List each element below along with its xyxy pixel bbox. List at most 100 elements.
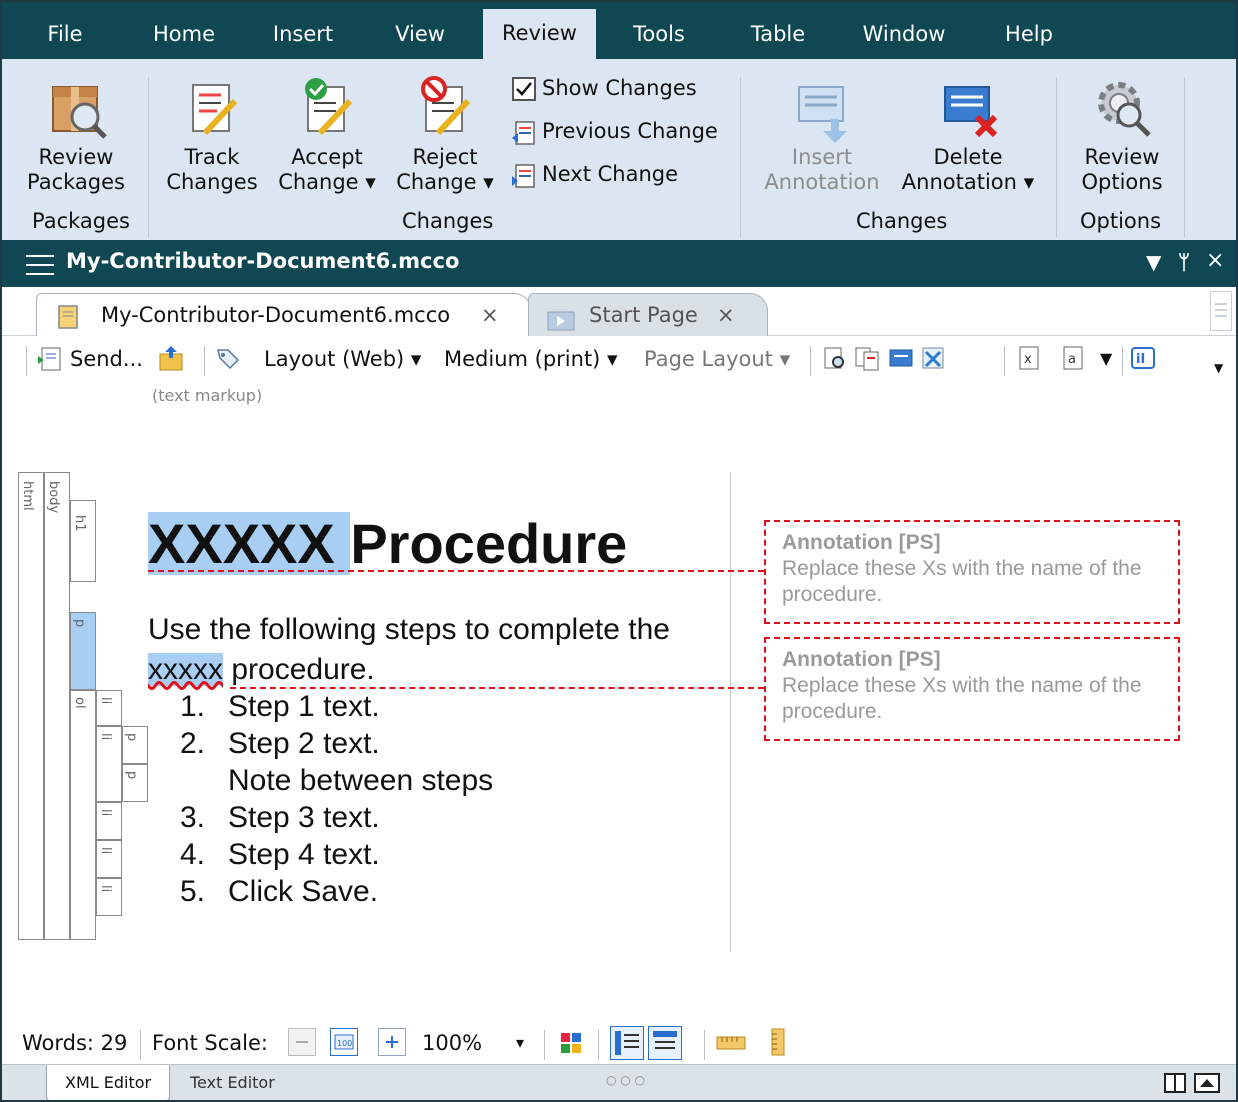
- insert-annotation-label-1: Insert: [791, 145, 853, 169]
- maximize-pane-icon[interactable]: [1194, 1073, 1220, 1093]
- annotation-leader-line: [230, 687, 764, 689]
- delete-annotation-button[interactable]: Delete Annotation ▾: [898, 73, 1038, 195]
- package-magnifier-icon: [41, 73, 111, 145]
- annotation-box[interactable]: Annotation [PS] Replace these Xs with th…: [764, 520, 1180, 624]
- menu-tools[interactable]: Tools: [616, 10, 702, 59]
- zoom-out-button[interactable]: [288, 1028, 316, 1056]
- step-number: 2.: [180, 727, 206, 760]
- pin-icon[interactable]: ᛘ: [1178, 250, 1190, 274]
- menu-view[interactable]: View: [380, 10, 460, 59]
- send-button[interactable]: Send...: [70, 341, 143, 377]
- doc-a-icon[interactable]: a: [1060, 344, 1086, 372]
- zoom-level[interactable]: 100%: [422, 1028, 482, 1058]
- tab-document[interactable]: My-Contributor-Document6.mcco ×: [36, 293, 532, 336]
- block-view-button[interactable]: [648, 1026, 682, 1060]
- group-label-packages: Packages: [32, 209, 130, 233]
- split-view-icon[interactable]: [1164, 1073, 1186, 1093]
- list-item[interactable]: 3. Step 3 text.: [180, 799, 493, 836]
- intro-paragraph[interactable]: Use the following steps to complete the …: [148, 610, 728, 690]
- menu-table[interactable]: Table: [736, 10, 820, 59]
- list-item[interactable]: 5. Click Save.: [180, 873, 493, 910]
- reject-change-icon: [410, 73, 480, 145]
- document-heading[interactable]: XXXXX Procedure: [148, 512, 627, 576]
- previous-change-icon: [510, 118, 538, 146]
- menu-window[interactable]: Window: [848, 10, 960, 59]
- page-layout-dropdown[interactable]: Page Layout ▾: [644, 341, 790, 377]
- tag-p[interactable]: p: [70, 612, 96, 690]
- tab-close-icon[interactable]: ×: [717, 294, 735, 336]
- editor-toolbar: Send... Layout (Web) ▾ Medium (print) ▾ …: [2, 336, 1236, 382]
- editor-area[interactable]: (text markup) html body h1 p ol li li p …: [2, 382, 1236, 1022]
- tag-li[interactable]: li: [96, 726, 122, 802]
- tag-li[interactable]: li: [96, 878, 122, 916]
- info-icon[interactable]: iI: [1130, 344, 1156, 372]
- zoom-reset-button[interactable]: 100: [330, 1028, 358, 1056]
- medium-dropdown[interactable]: Medium (print) ▾: [444, 341, 618, 377]
- menu-insert[interactable]: Insert: [257, 10, 349, 59]
- layout-dropdown[interactable]: Layout (Web) ▾: [264, 341, 421, 377]
- tag-body[interactable]: body: [44, 472, 70, 940]
- list-item[interactable]: 1. Step 1 text.: [180, 688, 493, 725]
- accept-change-button[interactable]: Accept Change ▾: [272, 73, 382, 195]
- delete-annotation-label-1: Delete: [933, 145, 1003, 169]
- chevron-down-icon[interactable]: ▼: [1100, 341, 1112, 377]
- remove-image-icon[interactable]: [920, 344, 946, 372]
- show-changes-checkbox[interactable]: Show Changes: [510, 71, 697, 105]
- tab-start-page[interactable]: Start Page ×: [528, 293, 768, 336]
- tag-ol[interactable]: ol: [70, 690, 96, 940]
- tag-icon[interactable]: [214, 344, 240, 372]
- step-text: Step 1 text.: [228, 690, 380, 723]
- tag-li[interactable]: li: [96, 840, 122, 878]
- close-icon[interactable]: ×: [1206, 248, 1224, 273]
- vertical-ruler-icon[interactable]: [764, 1028, 790, 1056]
- image-icon[interactable]: [888, 344, 914, 372]
- zoom-dropdown-icon[interactable]: ▾: [516, 1028, 524, 1058]
- menu-help[interactable]: Help: [992, 10, 1066, 59]
- overflow-icon[interactable]: ▼: [1214, 350, 1223, 386]
- steps-list[interactable]: 1. Step 1 text. 2. Step 2 text. Note betwe…: [180, 688, 493, 910]
- compare-icon[interactable]: [854, 344, 880, 372]
- tag-h1[interactable]: h1: [70, 500, 96, 582]
- next-change-button[interactable]: Next Change: [510, 157, 678, 191]
- tag-li[interactable]: li: [96, 802, 122, 840]
- folder-up-icon[interactable]: [158, 344, 184, 372]
- menu-home[interactable]: Home: [138, 10, 230, 59]
- status-bar: Words: 29 Font Scale: 100 100% ▾: [2, 1022, 1236, 1064]
- accept-change-label-2: Change ▾: [278, 170, 376, 194]
- review-packages-button[interactable]: Review Packages: [22, 73, 130, 195]
- reject-change-label-1: Reject: [412, 145, 478, 169]
- find-icon[interactable]: [822, 344, 848, 372]
- tag-li[interactable]: li: [96, 690, 122, 726]
- doc-x-icon[interactable]: x: [1016, 344, 1042, 372]
- annotation-box[interactable]: Annotation [PS] Replace these Xs with th…: [764, 637, 1180, 741]
- tab-text-editor[interactable]: Text Editor: [172, 1065, 293, 1100]
- reject-change-button[interactable]: Reject Change ▾: [390, 73, 500, 195]
- tag-p[interactable]: p: [122, 764, 148, 802]
- list-note[interactable]: Note between steps: [180, 762, 493, 799]
- zoom-in-button[interactable]: [378, 1028, 406, 1056]
- tab-list-icon[interactable]: [1210, 291, 1232, 331]
- toolbar-separator: [26, 346, 27, 376]
- tag-p-label: p: [124, 771, 139, 780]
- insert-annotation-button[interactable]: Insert Annotation: [762, 73, 882, 195]
- menu-review[interactable]: Review: [483, 9, 596, 59]
- list-item[interactable]: 2. Step 2 text.: [180, 725, 493, 762]
- tab-close-icon[interactable]: ×: [481, 294, 499, 336]
- tag-p[interactable]: p: [122, 726, 148, 764]
- review-options-button[interactable]: Review Options: [1074, 73, 1170, 195]
- grid-view-icon[interactable]: [558, 1028, 584, 1056]
- step-text: Step 2 text.: [228, 727, 380, 760]
- tab-xml-editor[interactable]: XML Editor: [46, 1065, 171, 1100]
- previous-change-button[interactable]: Previous Change: [510, 114, 718, 148]
- resize-grip-icon[interactable]: ○ ○ ○: [606, 1073, 645, 1087]
- ribbon: Review Packages Packages Track Changes A…: [2, 59, 1236, 240]
- tag-view-button[interactable]: [610, 1026, 644, 1060]
- list-item[interactable]: 4. Step 4 text.: [180, 836, 493, 873]
- horizontal-ruler-icon[interactable]: [716, 1028, 746, 1056]
- track-changes-button[interactable]: Track Changes: [164, 73, 260, 195]
- hamburger-menu-icon[interactable]: [26, 254, 54, 276]
- status-separator: [598, 1030, 599, 1060]
- dropdown-icon[interactable]: ▼: [1146, 250, 1161, 274]
- menu-file[interactable]: File: [30, 10, 100, 59]
- tag-html[interactable]: html: [18, 472, 44, 940]
